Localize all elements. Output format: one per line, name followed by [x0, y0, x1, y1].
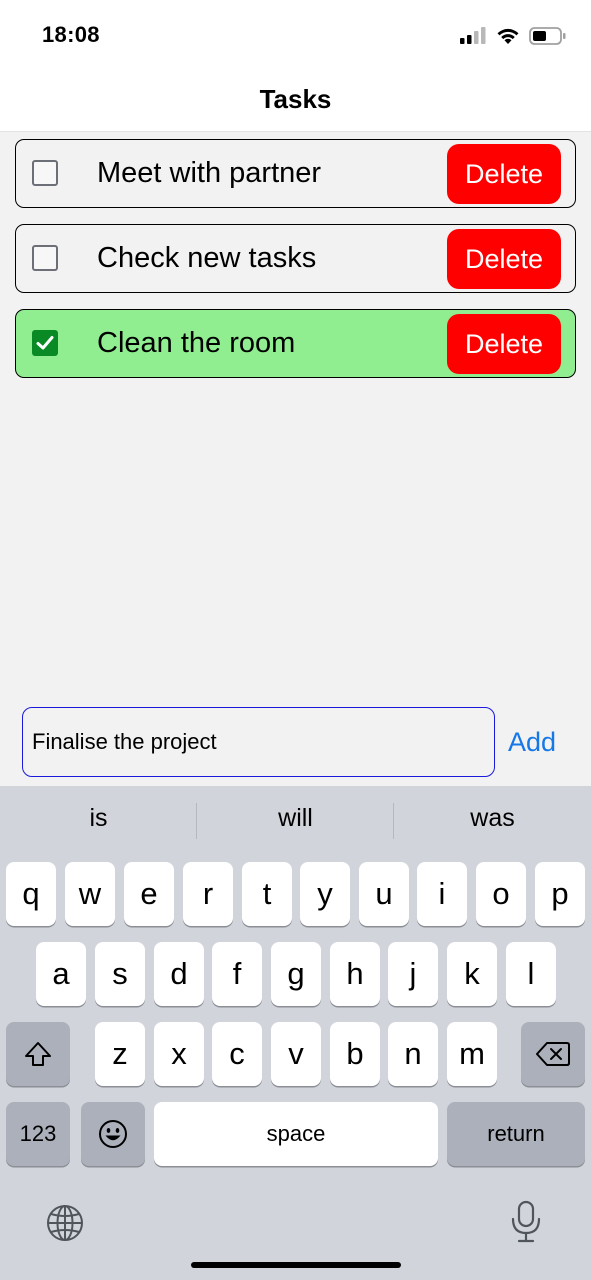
- numbers-key[interactable]: 123: [6, 1102, 70, 1166]
- task-label: Clean the room: [97, 327, 296, 359]
- new-task-row: Add: [22, 707, 582, 777]
- key-letter[interactable]: g: [271, 942, 321, 1006]
- new-task-input[interactable]: [22, 707, 495, 777]
- key-letter[interactable]: p: [535, 862, 585, 926]
- suggestion-item[interactable]: will: [197, 804, 394, 833]
- globe-icon[interactable]: [45, 1203, 85, 1243]
- delete-button[interactable]: Delete: [447, 229, 561, 289]
- wifi-icon: [497, 28, 519, 44]
- key-letter[interactable]: f: [212, 942, 262, 1006]
- task-item-completed: Clean the room Delete: [15, 309, 576, 378]
- key-letter[interactable]: a: [36, 942, 86, 1006]
- key-letter[interactable]: q: [6, 862, 56, 926]
- key-letter[interactable]: d: [154, 942, 204, 1006]
- task-label: Meet with partner: [97, 157, 322, 189]
- key-letter[interactable]: x: [154, 1022, 204, 1086]
- key-letter[interactable]: e: [124, 862, 174, 926]
- key-letter[interactable]: b: [330, 1022, 380, 1086]
- backspace-key[interactable]: [521, 1022, 585, 1086]
- key-letter[interactable]: z: [95, 1022, 145, 1086]
- task-checkbox[interactable]: [32, 160, 58, 186]
- microphone-icon[interactable]: [509, 1200, 543, 1244]
- key-letter[interactable]: r: [183, 862, 233, 926]
- backspace-icon: [536, 1042, 570, 1066]
- task-checkbox-checked[interactable]: [32, 330, 58, 356]
- status-time: 18:08: [42, 22, 100, 47]
- key-letter[interactable]: w: [65, 862, 115, 926]
- keyboard: is will was q w e r t y u i o p a s d f …: [0, 786, 591, 1280]
- key-letter[interactable]: n: [388, 1022, 438, 1086]
- key-letter[interactable]: i: [417, 862, 467, 926]
- key-letter[interactable]: v: [271, 1022, 321, 1086]
- task-list: Meet with partner Delete Check new tasks…: [15, 139, 576, 394]
- key-letter[interactable]: t: [242, 862, 292, 926]
- checkmark-icon: [36, 336, 54, 350]
- task-item: Meet with partner Delete: [15, 139, 576, 208]
- status-icons: [459, 24, 567, 48]
- delete-button[interactable]: Delete: [447, 144, 561, 204]
- top-bar: 18:08 Tasks: [0, 0, 591, 132]
- return-key[interactable]: return: [447, 1102, 585, 1166]
- add-button[interactable]: Add: [508, 727, 556, 758]
- emoji-icon: [99, 1120, 127, 1148]
- signal-icon: [460, 27, 486, 44]
- key-letter[interactable]: l: [506, 942, 556, 1006]
- suggestion-bar: is will was: [0, 786, 591, 860]
- battery-icon: [529, 27, 566, 45]
- emoji-key[interactable]: [81, 1102, 145, 1166]
- key-letter[interactable]: s: [95, 942, 145, 1006]
- key-letter[interactable]: o: [476, 862, 526, 926]
- key-letter[interactable]: j: [388, 942, 438, 1006]
- key-letter[interactable]: h: [330, 942, 380, 1006]
- suggestion-item[interactable]: was: [394, 804, 591, 833]
- key-letter[interactable]: k: [447, 942, 497, 1006]
- key-letter[interactable]: c: [212, 1022, 262, 1086]
- key-letter[interactable]: u: [359, 862, 409, 926]
- task-checkbox[interactable]: [32, 245, 58, 271]
- delete-button[interactable]: Delete: [447, 314, 561, 374]
- suggestion-item[interactable]: is: [0, 804, 197, 833]
- task-label: Check new tasks: [97, 242, 317, 274]
- space-key[interactable]: space: [154, 1102, 438, 1166]
- page-title: Tasks: [259, 84, 332, 114]
- task-item: Check new tasks Delete: [15, 224, 576, 293]
- home-indicator: [191, 1262, 401, 1268]
- key-letter[interactable]: y: [300, 862, 350, 926]
- key-letter[interactable]: m: [447, 1022, 497, 1086]
- shift-icon: [25, 1042, 51, 1066]
- shift-key[interactable]: [6, 1022, 70, 1086]
